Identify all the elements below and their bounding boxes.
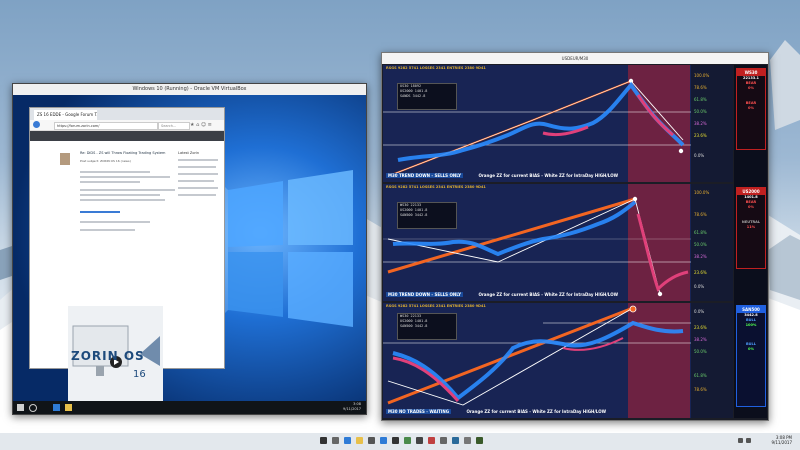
price-axis: 100.0% 78.6% 61.8% 50.0% 38.2% 23.6% 0.0… <box>691 65 733 182</box>
symbol-table: WS30 22133 US2000 1401.8 SAN500 3442.8 <box>397 202 457 229</box>
price-axis: 0.0% 23.6% 38.2% 50.0% 61.8% 78.6% <box>691 303 733 418</box>
vm-clock: 3:08 9/11/2017 <box>343 402 361 411</box>
site-navigation: Home Forums Tutorials Trading Videos <box>30 131 224 147</box>
vm-desktop: ZS 16 EDDE - Google Forum T... https://f… <box>13 95 366 401</box>
browser-search-input[interactable]: Search... <box>158 122 190 130</box>
panel-footer: M30 TREND DOWN - SELLS ONLY Orange ZZ fo… <box>386 292 619 297</box>
status-box-ws30: WS30 22133.1 BEAR 0% BEAR 0% <box>736 68 766 150</box>
host-taskbar <box>0 433 800 450</box>
app-icon[interactable] <box>476 437 483 444</box>
price-axis: 100.0% 78.6% 61.8% 50.0% 38.2% 23.6% 0.0… <box>691 184 733 301</box>
tray-icon[interactable] <box>746 438 751 443</box>
zorin-version: 16 <box>133 369 146 380</box>
address-bar[interactable]: https://forum.zorin.com/ <box>54 122 158 130</box>
app-icon[interactable] <box>452 437 459 444</box>
app-icon[interactable] <box>404 437 411 444</box>
search-icon[interactable] <box>332 437 339 444</box>
folder-icon[interactable] <box>65 404 72 411</box>
post-title: Re: DiDS - ZS will Throw Floating Tradin… <box>80 151 166 155</box>
app-icon[interactable] <box>428 437 435 444</box>
post-meta: Post subject: ZORIN OS 16 (news) <box>80 159 131 163</box>
browser-tab[interactable]: ZS 16 EDDE - Google Forum T... <box>34 110 97 120</box>
trading-window[interactable]: USDEUR/M30 RSGS 9282 5741 LOSSES 2341 EN… <box>381 52 769 421</box>
vm-window[interactable]: Windows 10 (Running) - Oracle VM Virtual… <box>12 83 367 415</box>
host-clock[interactable]: 3:08 PM 9/11/2017 <box>758 435 792 445</box>
status-box-us2000: US2000 1401.8 BEAR 0% NEUTRAL 11% <box>736 187 766 269</box>
panel-footer: M30 TREND DOWN - SELLS ONLY Orange ZZ fo… <box>386 173 619 178</box>
app-icon[interactable] <box>392 437 399 444</box>
vm-taskbar: 3:08 9/11/2017 <box>13 401 366 414</box>
symbol-table: WS30 22133 US2000 1401.8 SAN500 3442.8 <box>397 313 457 340</box>
tray-icon[interactable] <box>738 438 743 443</box>
symbol-row: SAN500 3442.8 <box>400 213 428 217</box>
app-icon[interactable] <box>416 437 423 444</box>
trading-title: USDEUR/M30 <box>382 53 768 64</box>
status-column: WS30 22133.1 BEAR 0% BEAR 0% US2000 1401… <box>734 65 767 418</box>
vm-title: Windows 10 (Running) - Oracle VM Virtual… <box>13 84 366 95</box>
chart-panel-2[interactable]: RSGS 9282 5741 LOSSES 2341 ENTRIES 2380 … <box>383 184 733 301</box>
browser-menu-icon[interactable]: ★ ⌂ ☺ ≡ <box>190 122 220 128</box>
chart-panel-1[interactable]: RSGS 9282 5741 LOSSES 2341 ENTRIES 2380 … <box>383 65 733 182</box>
back-icon[interactable] <box>33 121 40 128</box>
sidebar-heading: Latest Zorin <box>178 151 200 155</box>
panel-footer: M30 NO TRADES - WAITING Orange ZZ for cu… <box>386 409 607 414</box>
status-box-san500: SAN500 3442.8 BULL 100% BULL 0% <box>736 305 766 407</box>
edge-icon[interactable] <box>53 404 60 411</box>
app-icon[interactable] <box>440 437 447 444</box>
symbol-table: US30 18092 US2000 1401.8 SANDS 3442.8 <box>397 83 457 110</box>
start-icon[interactable] <box>320 437 327 444</box>
browser-tab-strip: ZS 16 EDDE - Google Forum T... <box>30 108 224 120</box>
avatar <box>60 153 70 165</box>
start-icon[interactable] <box>17 404 24 411</box>
app-icon[interactable] <box>464 437 471 444</box>
folder-icon[interactable] <box>356 437 363 444</box>
browser-toolbar: https://forum.zorin.com/ Search... ★ ⌂ ☺… <box>30 120 224 131</box>
edge-icon[interactable] <box>344 437 351 444</box>
store-icon[interactable] <box>368 437 375 444</box>
symbol-row: SAN500 3442.8 <box>400 324 428 328</box>
chart-panel-3[interactable]: RSGS 9282 5741 LOSSES 2341 ENTRIES 2380 … <box>383 303 733 418</box>
search-icon[interactable] <box>29 404 37 412</box>
zorin-logo-text: ZORIN OS <box>71 349 145 363</box>
symbol-row: SANDS 3442.8 <box>400 94 426 98</box>
mail-icon[interactable] <box>380 437 387 444</box>
